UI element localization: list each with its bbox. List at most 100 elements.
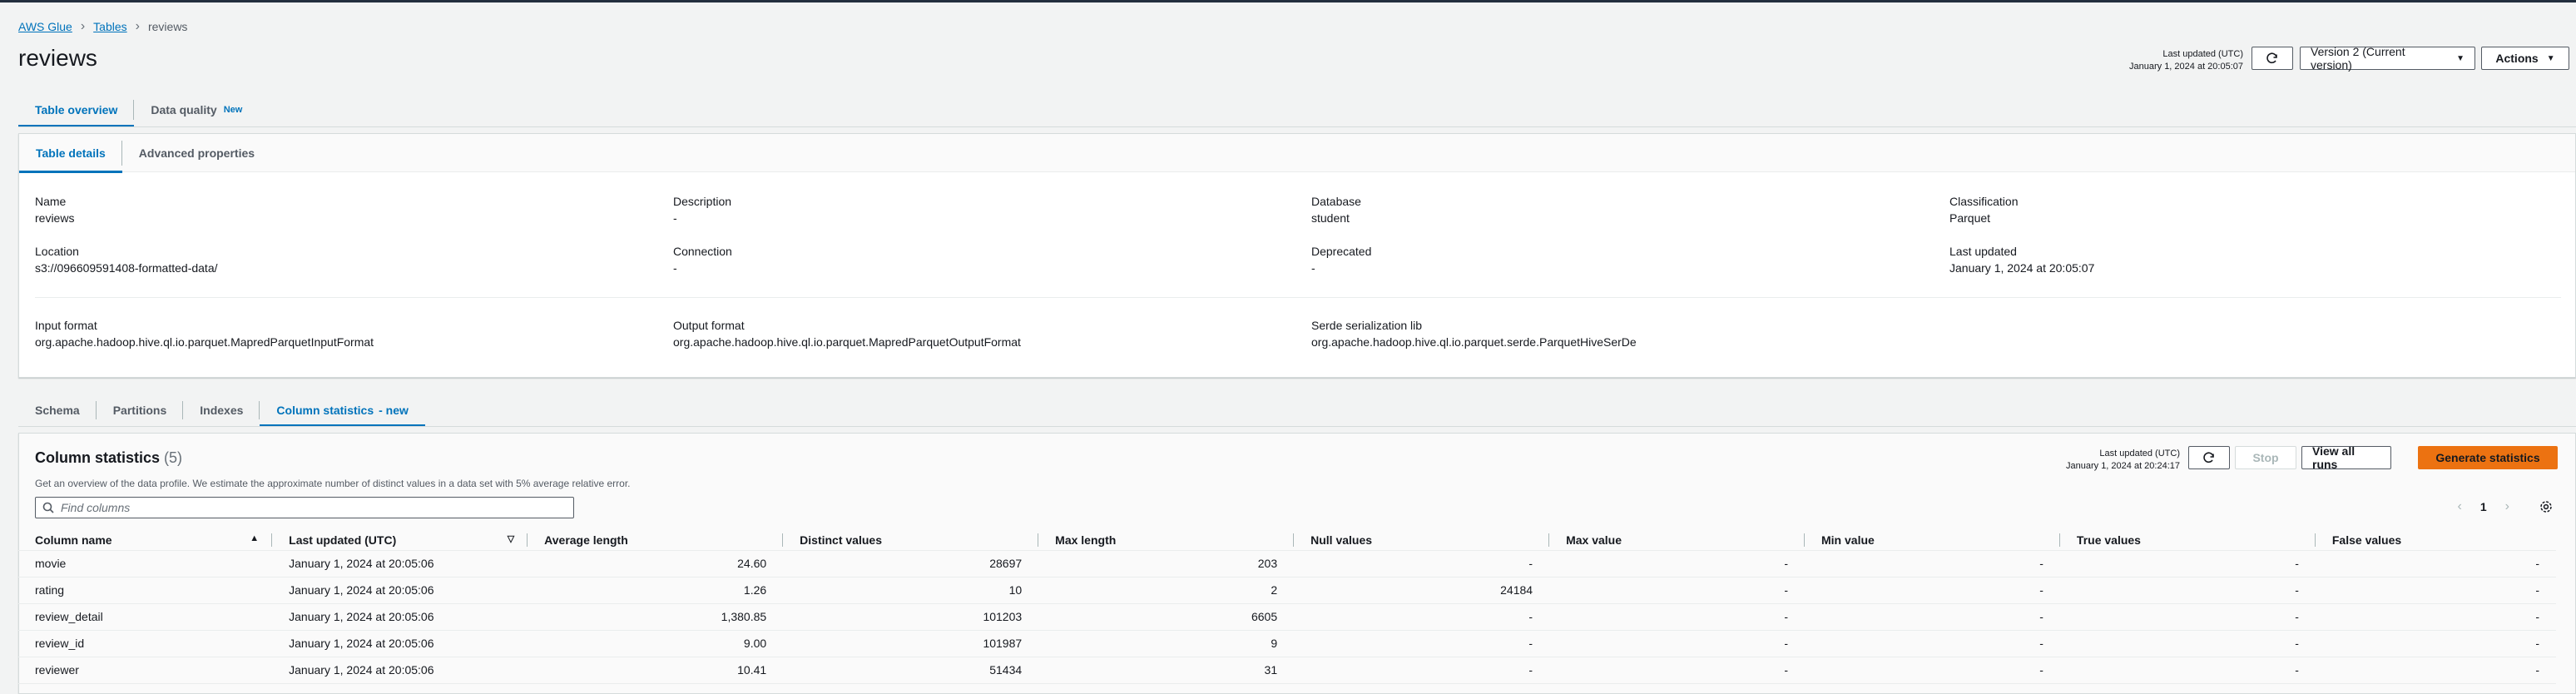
caret-down-icon: ▼: [2546, 53, 2555, 63]
cell-distinct-values: 51434: [783, 657, 1039, 684]
header-false-values[interactable]: False values: [2315, 530, 2556, 551]
cell-column-name: review_id: [18, 630, 273, 657]
table-header-row: Column name ▲ Last updated (UTC) ▽ Average…: [18, 530, 2556, 551]
pagination: ‹ 1 ›: [2458, 499, 2553, 514]
cell-last-updated: January 1, 2024 at 20:05:06: [272, 657, 528, 684]
input-format-value: org.apache.hadoop.hive.ql.io.parquet.Map…: [35, 335, 374, 349]
classification-label: Classification: [1949, 195, 2019, 208]
cell-false-values: -: [2315, 577, 2556, 604]
tab-indexes[interactable]: Indexes: [183, 394, 260, 426]
view-all-runs-button[interactable]: View all runs: [2301, 444, 2391, 471]
serde-value: org.apache.hadoop.hive.ql.io.parquet.ser…: [1311, 335, 1637, 349]
tab-indexes-label: Indexes: [200, 404, 244, 417]
table-row: reviewer January 1, 2024 at 20:05:06 10.…: [18, 657, 2556, 684]
cell-column-name: rating: [18, 577, 273, 604]
output-format-value: org.apache.hadoop.hive.ql.io.parquet.Map…: [673, 335, 1021, 349]
cell-column-name: movie: [18, 550, 273, 578]
cell-distinct-values: 28697: [783, 550, 1039, 578]
tab-column-statistics-label: Column statistics: [276, 404, 374, 417]
page-number[interactable]: 1: [2480, 500, 2487, 513]
refresh-stats-button[interactable]: [2188, 446, 2230, 469]
database-link[interactable]: student: [1311, 211, 1350, 225]
header-max-value[interactable]: Max value: [1549, 530, 1805, 551]
header-max-length[interactable]: Max length: [1038, 530, 1295, 551]
version-select[interactable]: Version 2 (Current version) ▼: [2300, 45, 2475, 72]
header-last-updated: Last updated (UTC) January 1, 2024 at 20…: [2129, 48, 2243, 73]
stop-button[interactable]: Stop: [2235, 446, 2296, 469]
main-tabs: Table overview Data quality New: [18, 93, 259, 127]
header-distinct-values[interactable]: Distinct values: [783, 530, 1039, 551]
tab-table-details[interactable]: Table details: [19, 134, 122, 173]
cell-column-name: reviewer: [18, 657, 273, 684]
tab-schema[interactable]: Schema: [18, 394, 97, 426]
cell-max-length: 9: [1038, 630, 1295, 657]
table-row: review_id January 1, 2024 at 20:05:06 9.…: [18, 630, 2556, 657]
cell-last-updated: January 1, 2024 at 20:05:06: [272, 630, 528, 657]
actions-button[interactable]: Actions ▼: [2481, 47, 2569, 70]
table-details-panel: Table details Advanced properties Name r…: [18, 133, 2576, 378]
sort-ascending-icon: ▲: [250, 533, 260, 543]
generate-statistics-button[interactable]: Generate statistics: [2418, 446, 2558, 469]
tab-data-quality[interactable]: Data quality New: [134, 93, 259, 126]
table-tabs: Schema Partitions Indexes Column statist…: [18, 394, 426, 427]
header-column-name[interactable]: Column name ▲: [18, 530, 273, 551]
cell-null-values: -: [1294, 630, 1550, 657]
find-columns-input[interactable]: [61, 501, 527, 514]
cell-average-length: 24.60: [528, 550, 784, 578]
cell-last-updated: January 1, 2024 at 20:05:06: [272, 550, 528, 578]
version-select-label: Version 2 (Current version): [2311, 45, 2405, 72]
cell-min-value: -: [1805, 577, 2060, 604]
stats-last-updated-label: Last updated (UTC): [2099, 449, 2180, 459]
last-updated-value: January 1, 2024 at 20:05:07: [1949, 261, 2095, 275]
cell-column-name: review_detail: [18, 603, 273, 631]
cell-true-values: -: [2059, 550, 2316, 578]
cell-null-values: -: [1294, 550, 1550, 578]
chevron-right-icon: ›: [80, 19, 86, 33]
tab-table-overview[interactable]: Table overview: [18, 93, 135, 127]
tab-advanced-properties[interactable]: Advanced properties: [122, 134, 271, 172]
stats-last-updated: Last updated (UTC) January 1, 2024 at 20…: [2066, 448, 2180, 473]
refresh-icon: [2266, 52, 2277, 64]
header-min-value[interactable]: Min value: [1805, 530, 2060, 551]
header-average-length[interactable]: Average length: [528, 530, 784, 551]
connection-label: Connection: [673, 245, 732, 258]
cell-last-updated: January 1, 2024 at 20:05:06: [272, 603, 528, 631]
chevron-right-icon[interactable]: ›: [2505, 499, 2509, 514]
breadcrumb-tables[interactable]: Tables: [93, 20, 126, 33]
details-tabs: Table details Advanced properties: [19, 134, 271, 173]
cell-distinct-values: 10: [783, 577, 1039, 604]
description-label: Description: [673, 195, 732, 208]
cell-false-values: -: [2315, 550, 2556, 578]
cell-null-values: 24184: [1294, 577, 1550, 604]
description-value: -: [673, 211, 677, 225]
header-null-values[interactable]: Null values: [1294, 530, 1550, 551]
table-row: review_detail January 1, 2024 at 20:05:0…: [18, 603, 2556, 631]
name-value: reviews: [35, 211, 75, 225]
last-updated-label: Last updated: [1949, 245, 2017, 258]
breadcrumb-aws-glue[interactable]: AWS Glue: [18, 20, 72, 33]
cell-min-value: -: [1805, 550, 2060, 578]
header-true-values[interactable]: True values: [2059, 530, 2316, 551]
table-row: rating January 1, 2024 at 20:05:06 1.26 …: [18, 577, 2556, 604]
tab-table-details-label: Table details: [36, 146, 106, 160]
settings-icon[interactable]: [2539, 500, 2553, 513]
location-link[interactable]: s3://096609591408-formatted-data/: [35, 261, 218, 275]
chevron-left-icon[interactable]: ‹: [2458, 499, 2462, 514]
header-last-updated[interactable]: Last updated (UTC) ▽: [272, 530, 528, 551]
refresh-table-button[interactable]: [2252, 47, 2293, 70]
cell-true-values: -: [2059, 603, 2316, 631]
tab-partitions[interactable]: Partitions: [97, 394, 184, 426]
actions-button-label: Actions: [2495, 52, 2539, 65]
tab-data-quality-label: Data quality: [151, 103, 217, 116]
cell-false-values: -: [2315, 657, 2556, 684]
tab-column-statistics[interactable]: Column statistics - new: [260, 394, 426, 427]
header-last-updated-label: Last updated (UTC): [2162, 49, 2243, 59]
find-columns-search[interactable]: [35, 497, 574, 518]
caret-down-icon: ▼: [2456, 53, 2465, 63]
search-icon: [42, 502, 54, 513]
cell-max-length: 31: [1038, 657, 1295, 684]
cell-max-length: 2: [1038, 577, 1295, 604]
name-label: Name: [35, 195, 67, 208]
cell-distinct-values: 101987: [783, 630, 1039, 657]
column-statistics-description: Get an overview of the data profile. We …: [35, 478, 631, 489]
